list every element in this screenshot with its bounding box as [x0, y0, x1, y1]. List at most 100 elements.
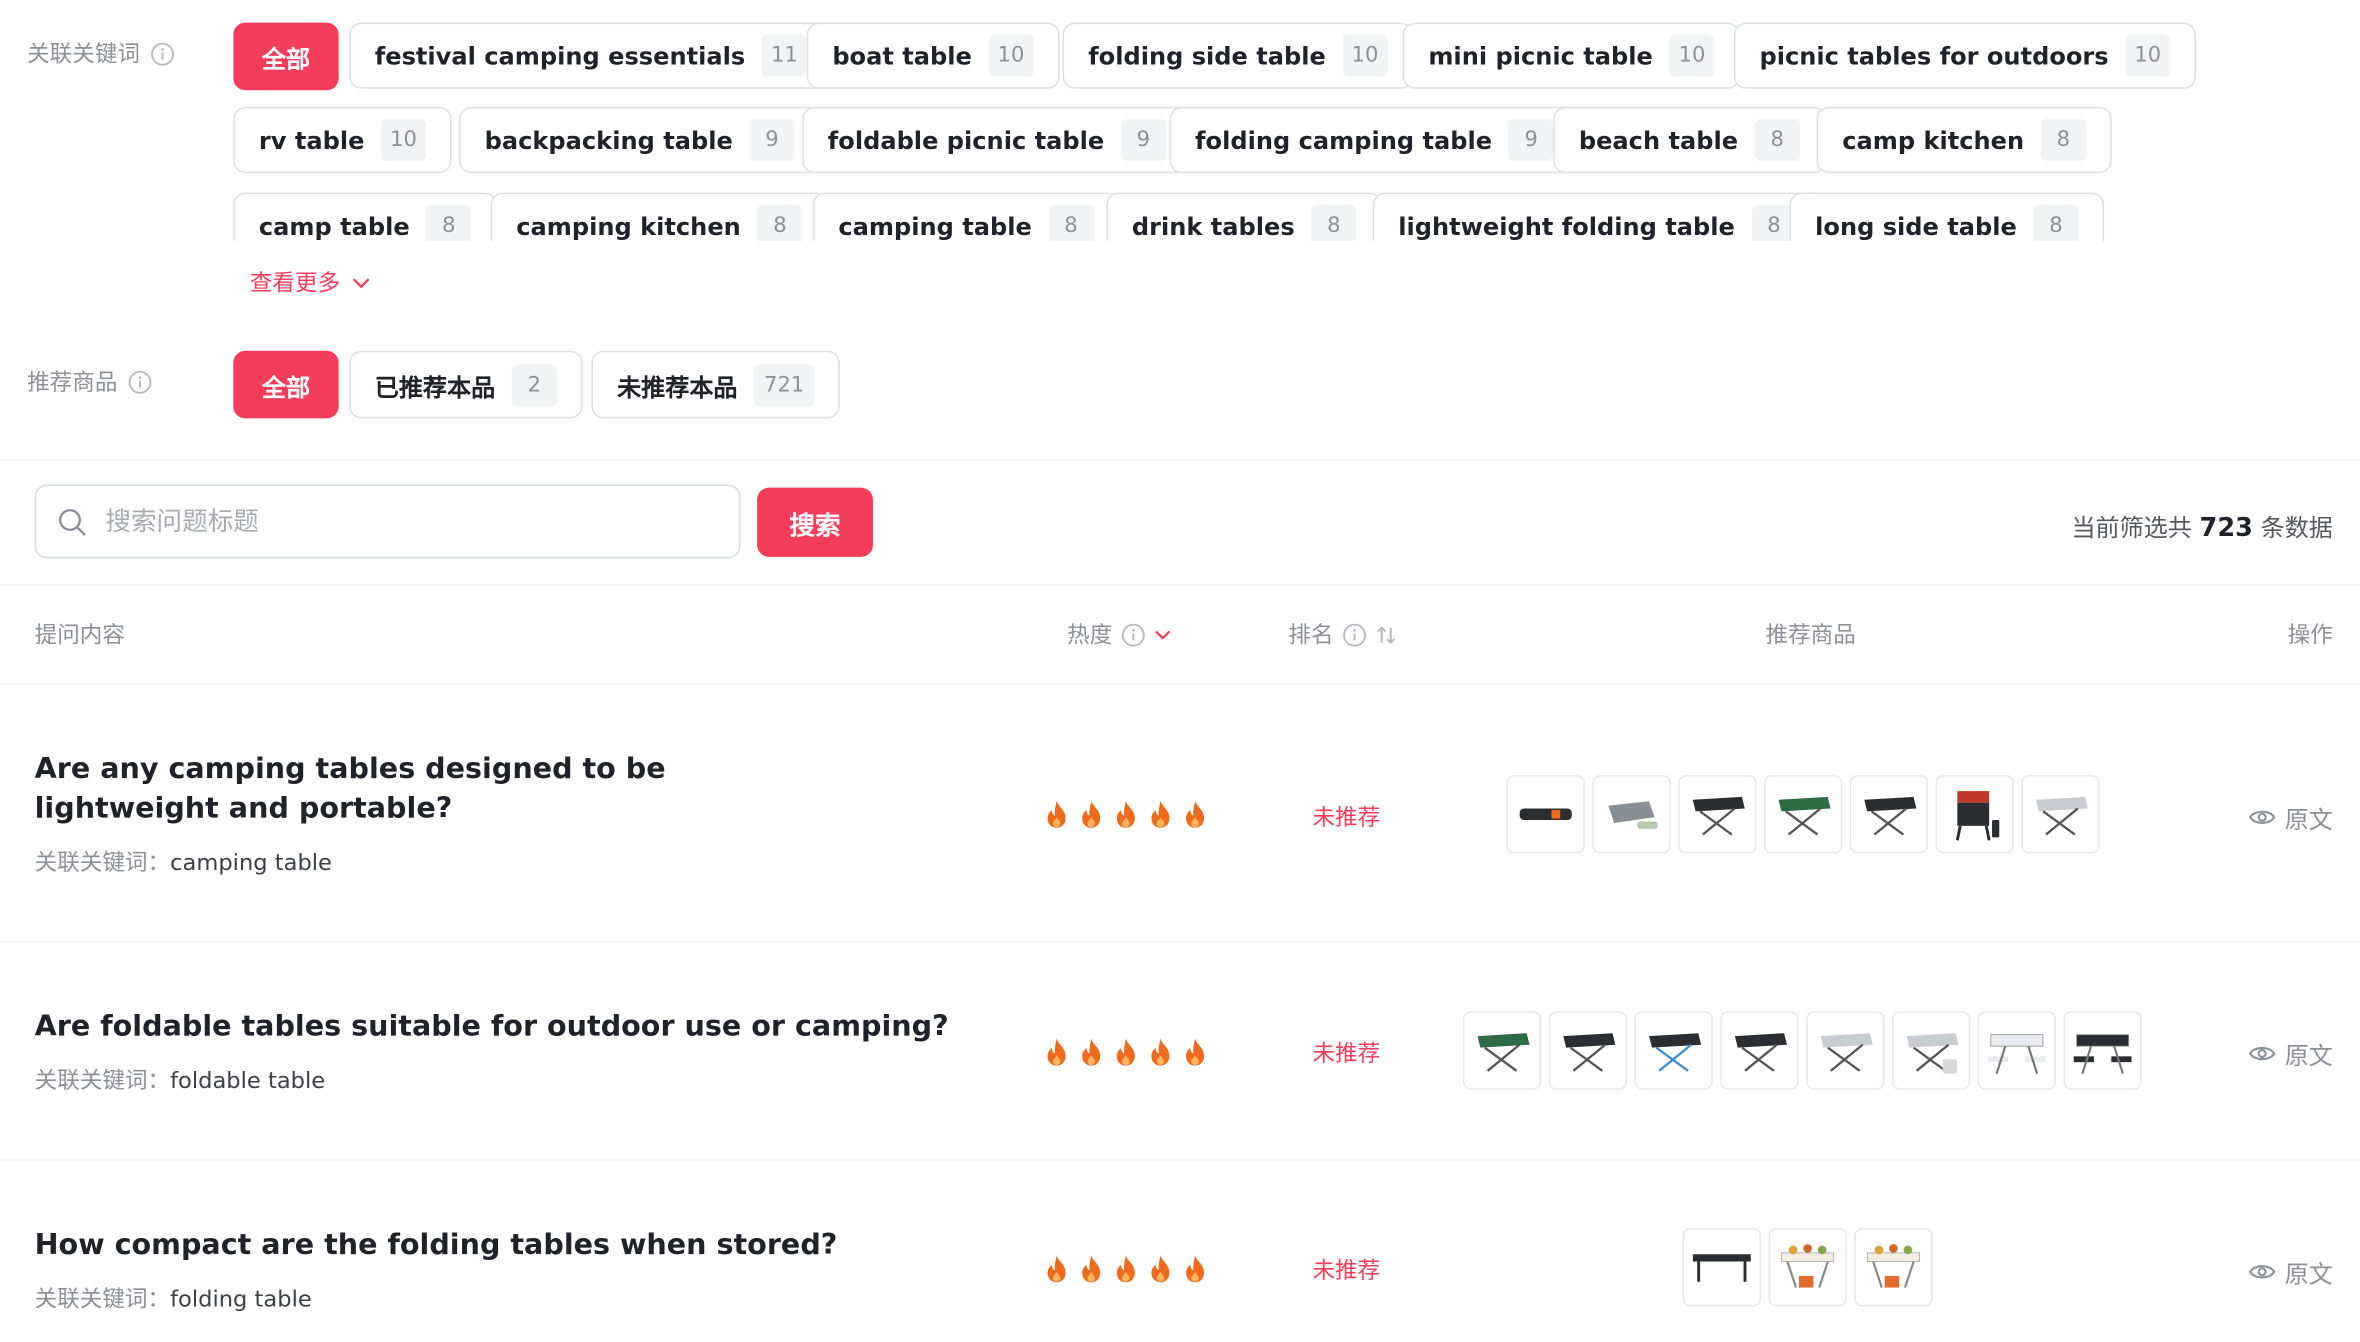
- flame-icon: [1186, 1255, 1205, 1283]
- product-thumbnail[interactable]: [1977, 1011, 2056, 1090]
- keyword-value: folding table: [170, 1285, 312, 1313]
- keyword-filter-label: 关联关键词: [27, 38, 175, 70]
- search-box[interactable]: [34, 484, 741, 559]
- product-thumbnail[interactable]: [1891, 1011, 1971, 1090]
- status-badge: 未推荐: [1312, 803, 1381, 831]
- result-count: 当前筛选共 723 条数据: [2071, 507, 2332, 543]
- search-input[interactable]: [102, 504, 740, 539]
- result-count-prefix: 当前筛选共: [2071, 513, 2192, 542]
- product-thumbnail[interactable]: [1806, 1011, 1885, 1090]
- keyword-chip[interactable]: beach table 8: [1553, 106, 1826, 174]
- column-header-heat[interactable]: 热度: [1067, 619, 1171, 651]
- view-original-link[interactable]: 原文: [2248, 1036, 2333, 1072]
- product-thumbnail[interactable]: [1592, 775, 1671, 854]
- keyword-chip-count: 10: [1342, 34, 1388, 77]
- view-original-label: 原文: [2284, 1041, 2333, 1071]
- keyword-chip-text: camp kitchen: [1842, 125, 2025, 155]
- keyword-chip-count: 9: [1120, 118, 1166, 162]
- info-icon[interactable]: [1343, 622, 1367, 646]
- keyword-chip[interactable]: lightweight folding table 8: [1372, 192, 1823, 241]
- product-thumbnail[interactable]: [2063, 1011, 2142, 1090]
- flame-icon: [1151, 1038, 1170, 1066]
- keyword-chip[interactable]: rv table 10: [233, 106, 452, 174]
- product-thumbnail[interactable]: [1935, 775, 2014, 854]
- keyword-chip-text: drink tables: [1131, 211, 1295, 241]
- keyword-chip[interactable]: camp kitchen 8: [1816, 106, 2112, 174]
- table-product-icon: [1734, 1033, 1787, 1072]
- keyword-chip[interactable]: foldable picnic table 9: [802, 106, 1192, 174]
- product-thumbnail[interactable]: [1506, 775, 1585, 854]
- status-badge: 未推荐: [1312, 1256, 1381, 1284]
- sort-icon[interactable]: [1376, 624, 1397, 645]
- keyword-chip-count: 9: [749, 118, 795, 162]
- product-thumbnail[interactable]: [1768, 1228, 1847, 1307]
- keyword-chip-text: camping kitchen: [516, 211, 741, 241]
- keyword-chip-count: 8: [1311, 204, 1357, 241]
- product-thumbnail[interactable]: [1763, 775, 1843, 854]
- flame-icon: [1082, 1255, 1101, 1283]
- keyword-chip[interactable]: mini picnic table 10: [1402, 22, 1741, 89]
- question-title[interactable]: How compact are the folding tables when …: [35, 1225, 968, 1264]
- product-thumbnail[interactable]: [2021, 775, 2100, 854]
- sort-desc-icon[interactable]: [1154, 628, 1171, 640]
- keyword-chip[interactable]: festival camping essentials 11: [349, 22, 833, 89]
- view-original-link[interactable]: 原文: [2248, 799, 2333, 835]
- keyword-chip-count: 10: [2125, 34, 2171, 77]
- info-icon[interactable]: [151, 41, 175, 65]
- show-more-link[interactable]: 查看更多: [250, 266, 370, 298]
- keyword-chip[interactable]: camping table 8: [812, 192, 1120, 241]
- keyword-filter-label-text: 关联关键词: [27, 40, 140, 68]
- product-thumbnail[interactable]: [1548, 1011, 1628, 1090]
- product-chip-all[interactable]: 全部: [233, 350, 339, 419]
- keyword-chip[interactable]: boat table 10: [806, 22, 1060, 89]
- info-icon[interactable]: [128, 370, 152, 394]
- question-title[interactable]: Are any camping tables designed to be li…: [35, 750, 818, 828]
- keyword-chip[interactable]: camping kitchen 8: [490, 192, 829, 241]
- table-product-icon: [1692, 796, 1745, 836]
- result-count-suffix: 条数据: [2260, 513, 2333, 542]
- keyword-chip-text: long side table: [1815, 211, 2017, 241]
- keyword-chip[interactable]: camp table 8: [233, 192, 498, 241]
- table-product-icon: [2073, 1034, 2132, 1075]
- product-chip-text: 未推荐本品: [617, 372, 738, 402]
- keyword-chip[interactable]: long side table 8: [1789, 192, 2105, 241]
- keyword-chip[interactable]: folding camping table 9: [1169, 106, 1580, 174]
- keyword-chip-text: mini picnic table: [1428, 41, 1653, 70]
- section-divider: [0, 583, 2360, 586]
- info-icon[interactable]: [1121, 622, 1145, 646]
- table-product-icon: [1781, 1244, 1835, 1288]
- question-title[interactable]: Are foldable tables suitable for outdoor…: [35, 1007, 968, 1046]
- table-product-icon: [1778, 796, 1831, 836]
- product-thumbnail[interactable]: [1462, 1011, 1542, 1090]
- keyword-chip-text: lightweight folding table: [1398, 211, 1735, 241]
- show-more-label: 查看更多: [249, 269, 341, 297]
- keyword-value: camping table: [170, 848, 332, 876]
- keyword-chip[interactable]: drink tables 8: [1106, 192, 1382, 241]
- product-thumbnail[interactable]: [1720, 1011, 1799, 1090]
- product-chip-recommended[interactable]: 已推荐本品 2: [349, 350, 583, 419]
- keyword-chip[interactable]: backpacking table 9: [459, 106, 821, 174]
- keyword-chip[interactable]: folding side table 10: [1062, 22, 1414, 89]
- table-product-icon: [1477, 1033, 1530, 1072]
- product-chip-not-recommended[interactable]: 未推荐本品 721: [591, 350, 840, 419]
- status-badge: 未推荐: [1312, 1040, 1381, 1068]
- view-original-link[interactable]: 原文: [2248, 1254, 2333, 1290]
- keyword-chip-all[interactable]: 全部: [233, 22, 339, 91]
- column-header-rank[interactable]: 排名: [1288, 619, 1396, 651]
- eye-icon: [2248, 1046, 2276, 1061]
- table-product-icon: [2035, 796, 2088, 836]
- flame-icon: [1186, 1038, 1205, 1066]
- search-button[interactable]: 搜索: [757, 487, 873, 557]
- product-thumbnail[interactable]: [1678, 775, 1757, 854]
- flame-icon: [1047, 800, 1066, 828]
- product-thumbnail[interactable]: [1634, 1011, 1713, 1090]
- product-thumbnail[interactable]: [1854, 1228, 1933, 1307]
- product-filter-label: 推荐商品: [27, 366, 152, 398]
- product-thumbnails: [1462, 1011, 2142, 1090]
- keyword-chip[interactable]: picnic tables for outdoors 10: [1733, 22, 2196, 89]
- product-thumbnail[interactable]: [1849, 775, 1929, 854]
- keyword-chip-count: 9: [1508, 118, 1554, 162]
- table-product-icon: [1820, 1033, 1873, 1072]
- product-thumbnail[interactable]: [1682, 1228, 1761, 1307]
- question-keyword: 关联关键词：foldable table: [35, 1064, 326, 1096]
